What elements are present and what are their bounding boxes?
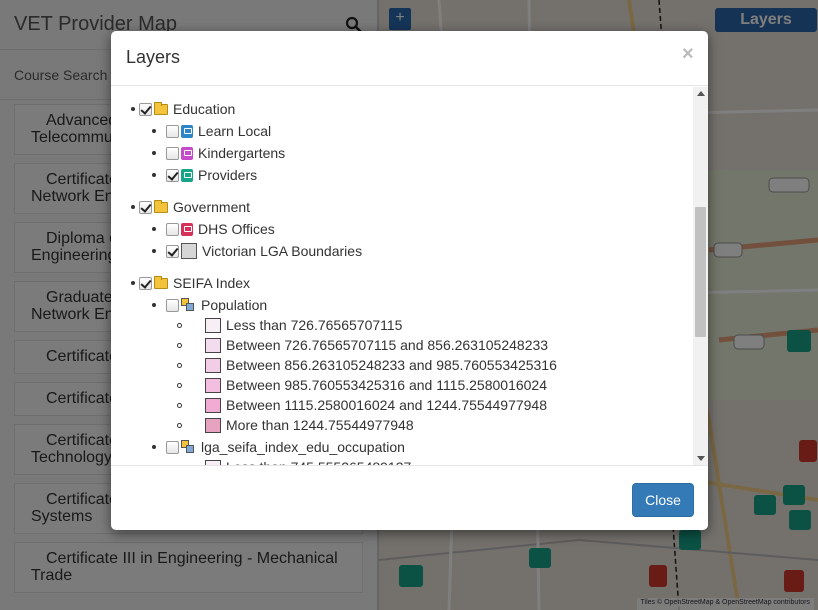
close-icon[interactable]: × — [682, 43, 694, 66]
layer-checkbox[interactable] — [166, 244, 179, 258]
legend-entry: Less than 726.76565707115 — [205, 315, 402, 335]
layer-label: Between 985.760553425316 and 1115.258001… — [226, 377, 548, 393]
layer-checkbox[interactable] — [166, 440, 179, 454]
layer-label: SEIFA Index — [173, 275, 251, 291]
list-bullet — [131, 281, 135, 285]
layers-dialog: Layers × Education Learn Local Kindergarte… — [111, 31, 708, 530]
layer-item[interactable]: Population — [166, 295, 267, 315]
layer-label: Victorian LGA Boundaries — [202, 243, 363, 259]
layer-label: Less than 726.76565707115 — [226, 317, 403, 333]
list-bullet — [152, 151, 156, 155]
layer-item[interactable]: Kindergartens — [166, 143, 285, 163]
layer-group[interactable]: SEIFA Index — [139, 273, 250, 293]
layer-stack-icon — [181, 439, 196, 455]
legend-color-swatch — [205, 417, 221, 433]
layer-label: Government — [173, 199, 251, 215]
legend-entry: Between 985.760553425316 and 1115.258001… — [205, 375, 547, 395]
lga-boundary-swatch — [181, 243, 197, 259]
provider-marker-icon — [181, 168, 193, 182]
legend-color-swatch — [205, 317, 221, 333]
list-bullet — [152, 173, 156, 177]
legend-color-swatch — [205, 397, 221, 413]
legend-entry: More than 1244.75544977948 — [205, 415, 414, 435]
layer-label: Between 1115.2580016024 and 1244.7554497… — [226, 397, 548, 413]
dhs-marker-icon — [181, 222, 193, 236]
layer-tree: Education Learn Local Kindergartens Provide… — [111, 87, 708, 465]
scroll-down-arrow-icon[interactable] — [697, 456, 705, 461]
layer-label: Education — [173, 101, 236, 117]
legend-color-swatch — [205, 357, 221, 373]
layer-label: Population — [201, 297, 268, 313]
layer-checkbox[interactable] — [166, 168, 179, 182]
layer-label: DHS Offices — [198, 221, 275, 237]
layer-label: Between 726.76565707115 and 856.26310524… — [226, 337, 549, 353]
layer-checkbox[interactable] — [166, 146, 179, 160]
folder-icon — [154, 199, 168, 213]
layer-group[interactable]: Government — [139, 197, 250, 217]
layer-checkbox[interactable] — [166, 124, 179, 138]
layer-label: Kindergartens — [198, 145, 286, 161]
list-bullet — [152, 227, 156, 231]
close-button[interactable]: Close — [632, 483, 694, 517]
legend-color-swatch — [205, 377, 221, 393]
list-bullet — [177, 343, 182, 348]
modal-title: Layers — [126, 47, 181, 67]
list-bullet — [177, 383, 182, 388]
modal-header: Layers × — [111, 31, 708, 86]
group-checkbox[interactable] — [139, 276, 152, 290]
scrollbar[interactable] — [693, 87, 708, 465]
list-bullet — [177, 403, 182, 408]
layer-item[interactable]: lga_seifa_index_edu_occupation — [166, 437, 405, 457]
group-checkbox[interactable] — [139, 200, 152, 214]
group-checkbox[interactable] — [139, 102, 152, 116]
legend-color-swatch — [205, 337, 221, 353]
kindergarten-marker-icon — [181, 146, 193, 160]
legend-entry: Between 856.263105248233 and 985.7605534… — [205, 355, 557, 375]
modal-footer: Close — [111, 465, 708, 530]
list-bullet — [177, 363, 182, 368]
scrollbar-thumb[interactable] — [695, 207, 706, 337]
list-bullet — [152, 303, 156, 307]
layer-item[interactable]: Learn Local — [166, 121, 271, 141]
layer-group[interactable]: Education — [139, 99, 235, 119]
layer-label: lga_seifa_index_edu_occupation — [201, 439, 405, 455]
layer-label: More than 1244.75544977948 — [226, 417, 414, 433]
list-bullet — [152, 249, 156, 253]
layer-checkbox[interactable] — [166, 222, 179, 236]
folder-icon — [154, 275, 168, 289]
layer-label: Learn Local — [198, 123, 272, 139]
layer-label: Between 856.263105248233 and 985.7605534… — [226, 357, 557, 373]
layer-stack-icon — [181, 297, 196, 313]
list-bullet — [177, 423, 182, 428]
layer-item[interactable]: DHS Offices — [166, 219, 275, 239]
legend-entry: Between 1115.2580016024 and 1244.7554497… — [205, 395, 547, 415]
list-bullet — [152, 445, 156, 449]
list-bullet — [131, 205, 135, 209]
layer-checkbox[interactable] — [166, 298, 179, 312]
list-bullet — [152, 129, 156, 133]
legend-entry: Between 726.76565707115 and 856.26310524… — [205, 335, 548, 355]
legend-entry: Less than 745.555265489137 — [205, 457, 411, 465]
folder-icon — [154, 101, 168, 115]
learn-local-marker-icon — [181, 124, 193, 138]
layer-item[interactable]: Providers — [166, 165, 257, 185]
scroll-up-arrow-icon[interactable] — [697, 91, 705, 96]
list-bullet — [177, 323, 182, 328]
layer-label: Providers — [198, 167, 258, 183]
layer-item[interactable]: Victorian LGA Boundaries — [166, 241, 362, 261]
list-bullet — [131, 107, 135, 111]
